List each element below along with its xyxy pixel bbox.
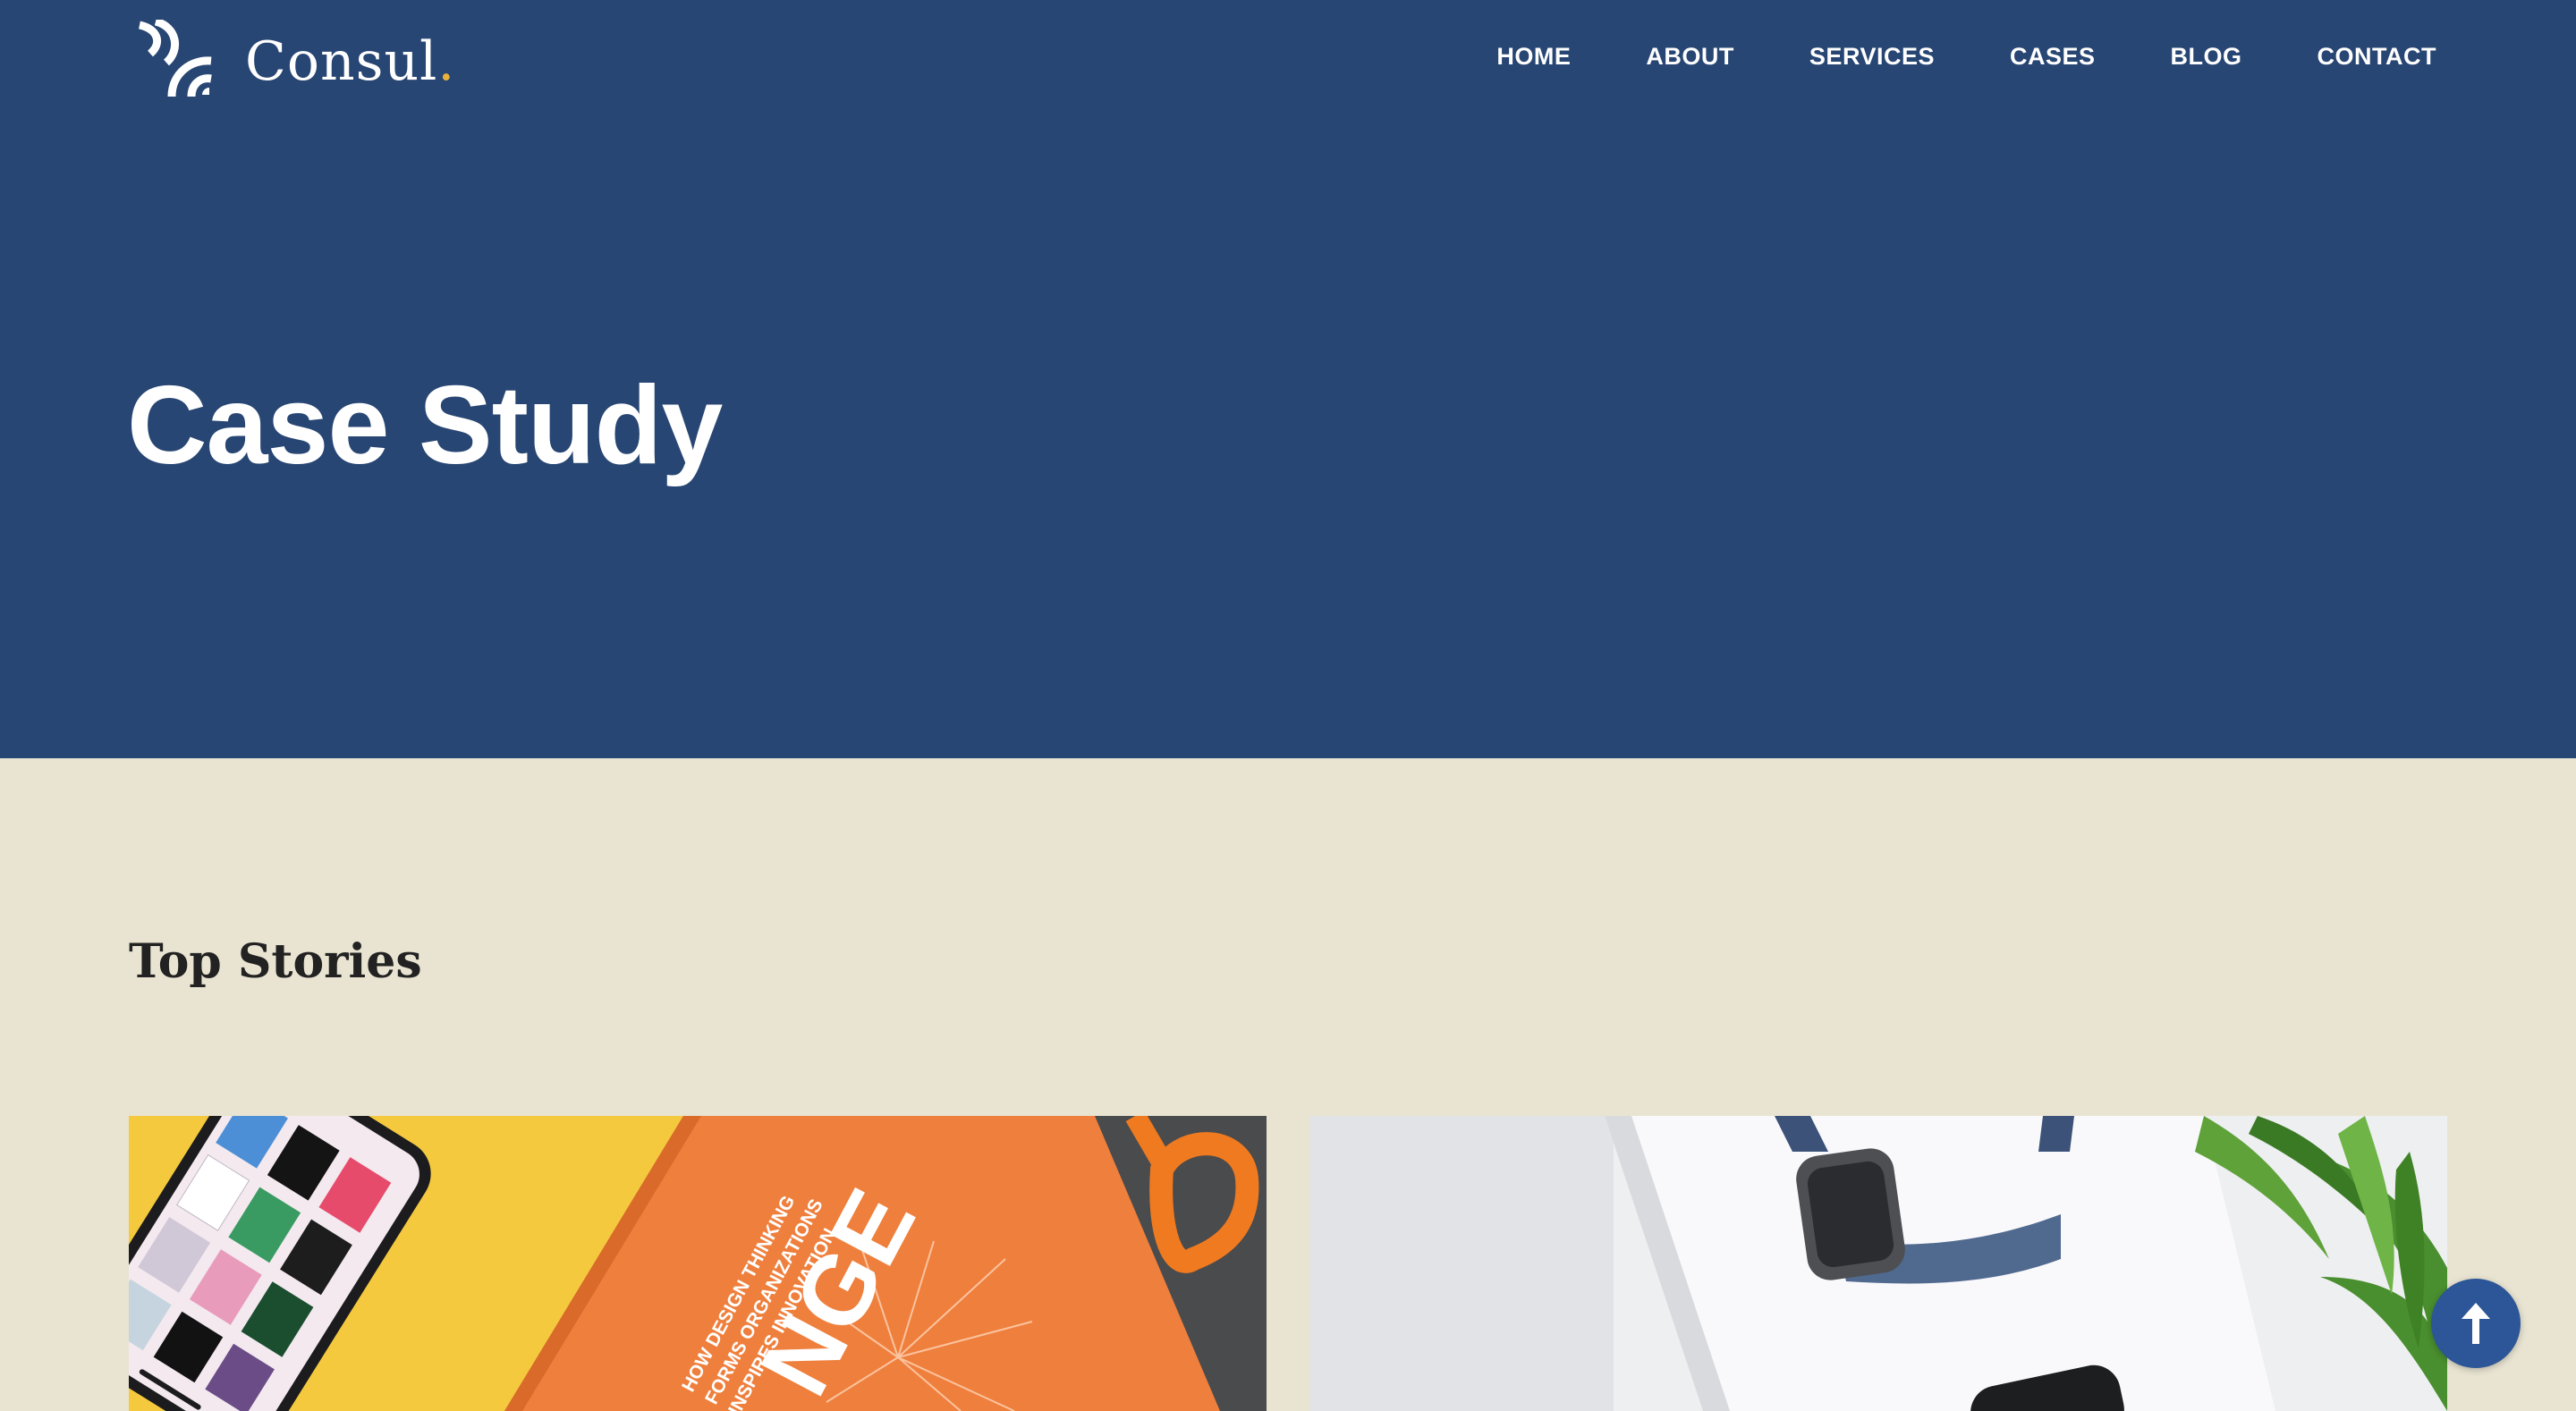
back-to-top-button[interactable] <box>2431 1279 2521 1368</box>
nav-item-services[interactable]: SERVICES <box>1809 43 1935 71</box>
section-title: Top Stories <box>129 934 422 989</box>
hero-banner: Consul. HOME ABOUT SERVICES CASES BLOG C… <box>0 0 2576 758</box>
nav-item-contact[interactable]: CONTACT <box>2318 43 2436 71</box>
story-card-2[interactable] <box>1309 1116 2447 1411</box>
brand-dot: . <box>437 30 456 93</box>
story-image-1: NGE HOW DESIGN THINKING FORMS ORGANIZATI… <box>129 1116 1267 1411</box>
main-nav: HOME ABOUT SERVICES CASES BLOG CONTACT <box>1421 0 2436 113</box>
site-logo[interactable]: Consul. <box>136 20 455 97</box>
nav-item-home[interactable]: HOME <box>1496 43 1571 71</box>
nav-item-about[interactable]: ABOUT <box>1646 43 1734 71</box>
nav-item-blog[interactable]: BLOG <box>2171 43 2242 71</box>
page-title: Case Study <box>127 364 723 487</box>
nav-item-cases[interactable]: CASES <box>2010 43 2096 71</box>
story-image-2 <box>1309 1116 2447 1411</box>
arrow-up-icon <box>2462 1303 2490 1344</box>
logo-icon <box>138 20 212 97</box>
story-card-1[interactable]: NGE HOW DESIGN THINKING FORMS ORGANIZATI… <box>129 1116 1267 1411</box>
logo-text: Consul. <box>245 30 455 93</box>
brand-name: Consul <box>245 30 438 93</box>
